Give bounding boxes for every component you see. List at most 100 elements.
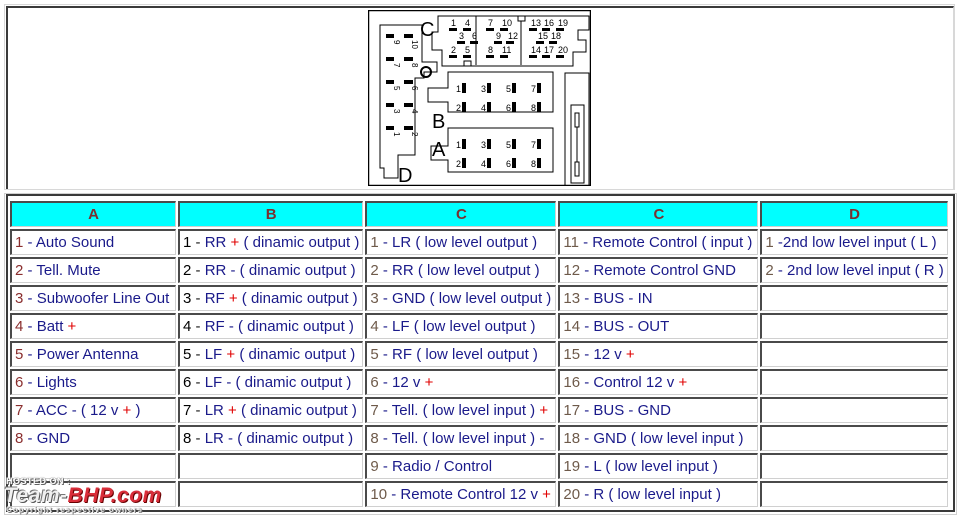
cell-d-9 xyxy=(760,453,948,479)
pin-function: GND ( low level input ) xyxy=(593,430,744,447)
connector-d-pin-label: 4 xyxy=(410,109,419,114)
separator: - xyxy=(191,290,205,307)
cell-c1-4: 4 - LF ( low level output ) xyxy=(365,313,557,339)
table-row: 8 - GND 8 - LR - ( dinamic output ) 8 - Te… xyxy=(10,425,948,451)
cell-a-8: 8 - GND xyxy=(10,425,176,451)
pin-function: Power Antenna xyxy=(36,346,139,363)
connector-b-pin-label: 7 xyxy=(531,84,536,94)
connector-d-pin xyxy=(386,103,394,107)
connector-d-pin-label: 6 xyxy=(410,86,419,91)
cell-c2-3: 13 - BUS - IN xyxy=(558,285,759,311)
connector-d-pin xyxy=(404,57,413,61)
cell-d-4 xyxy=(760,313,948,339)
connector-c-pin xyxy=(549,41,557,44)
pin-function: -2nd low level input ( L ) xyxy=(777,234,937,251)
header-d: D xyxy=(760,201,948,227)
cell-c2-2: 12 - Remote Control GND xyxy=(558,257,759,283)
separator: - xyxy=(191,346,205,363)
connector-b-pin-label: 1 xyxy=(456,84,461,94)
cell-b-6: 6 - LF - ( dinamic output ) xyxy=(178,369,364,395)
separator: - xyxy=(580,262,594,279)
connector-d-pin xyxy=(404,126,413,130)
connector-d-pin-label: 10 xyxy=(410,40,419,49)
pin-function: RF ( low level output ) xyxy=(392,346,538,363)
connector-b-pin xyxy=(537,102,541,112)
connector-d-pin xyxy=(386,57,394,61)
pin-function: LR xyxy=(204,402,224,419)
connector-c-pin-label: 11 xyxy=(502,45,511,55)
separator: - xyxy=(191,262,205,279)
pin-number: 9 xyxy=(370,458,379,475)
separator: - xyxy=(23,234,36,251)
separator: - xyxy=(378,402,392,419)
connector-b-pin-label: 3 xyxy=(481,84,486,94)
pin-number: 14 xyxy=(563,318,581,335)
connector-b-pin-label: 6 xyxy=(506,103,511,113)
connector-c-pin xyxy=(556,28,564,31)
connector-c-pin-label: 20 xyxy=(558,45,568,55)
pin-function: BUS - IN xyxy=(593,290,653,307)
separator: - xyxy=(378,374,393,391)
cell-c2-4: 14 - BUS - OUT xyxy=(558,313,759,339)
connector-d-pin xyxy=(386,34,394,38)
connector-a-pin xyxy=(462,139,466,149)
cell-c1-1: 1 - LR ( low level output ) xyxy=(365,229,557,255)
separator: - xyxy=(378,262,393,279)
connector-d-pin-label: 8 xyxy=(410,63,419,68)
connector-c-pin-label: 7 xyxy=(488,18,493,28)
connector-c-pin xyxy=(449,55,457,58)
pin-function: RF - ( dinamic output ) xyxy=(204,318,354,335)
connector-c-pin xyxy=(494,41,502,44)
separator: - xyxy=(23,318,37,335)
cell-d-6 xyxy=(760,369,948,395)
connector-c-pin xyxy=(486,55,494,58)
cell-b-5: 5 - LF + ( dinamic output ) xyxy=(178,341,364,367)
cell-a-5: 5 - Power Antenna xyxy=(10,341,176,367)
watermark-brand-bhp: BHP.com xyxy=(67,484,162,507)
pin-function: GND ( low level output ) xyxy=(392,290,552,307)
cell-b-9 xyxy=(178,453,364,479)
pin-number: 3 xyxy=(370,290,379,307)
pin-function: LF xyxy=(204,346,223,363)
table-row: 6 - Lights 6 - LF - ( dinamic output ) 6 -… xyxy=(10,369,948,395)
connector-a-pin-label: 4 xyxy=(481,159,486,169)
pin-function: Tell. Mute xyxy=(36,262,101,279)
connector-a-pin xyxy=(512,158,516,168)
connector-c-pin-label: 14 xyxy=(531,45,541,55)
header-a: A xyxy=(10,201,176,227)
cell-b-3: 3 - RF + ( dinamic output ) xyxy=(178,285,364,311)
pin-function: 2nd low level input ( R ) xyxy=(787,262,944,279)
pin-function: LR ( low level output ) xyxy=(392,234,538,251)
watermark-brand-team: Team- xyxy=(4,484,68,507)
connector-c-pin-label: 5 xyxy=(465,45,470,55)
table-row: 1 - Auto Sound 1 - RR + ( dinamic output … xyxy=(10,229,948,255)
connector-a-pin xyxy=(462,158,466,168)
pin-function-suffix: ( dinamic output ) xyxy=(243,234,360,251)
connector-c-pin xyxy=(486,28,494,31)
header-c-2: C xyxy=(558,201,759,227)
cell-a-2: 2 - Tell. Mute xyxy=(10,257,176,283)
cell-c1-2: 2 - RR ( low level output ) xyxy=(365,257,557,283)
cell-c1-8: 8 - Tell. ( low level input ) - xyxy=(365,425,557,451)
cell-d-10 xyxy=(760,481,948,507)
pin-number: 1 xyxy=(370,234,379,251)
cell-c2-6: 16 - Control 12 v + xyxy=(558,369,759,395)
connector-b-pin-label: 8 xyxy=(531,103,536,113)
separator: - xyxy=(378,318,393,335)
cell-c2-1: 11 - Remote Control ( input ) xyxy=(558,229,759,255)
plus-sign: + xyxy=(625,346,635,363)
connector-c-pin xyxy=(470,41,478,44)
pin-number: 1 xyxy=(765,234,774,251)
pin-number: 13 xyxy=(563,290,581,307)
pin-function-suffix: ( dinamic output ) xyxy=(239,346,356,363)
pin-number: 8 xyxy=(370,430,379,447)
separator: - xyxy=(23,290,37,307)
connector-d-pin xyxy=(386,80,394,84)
connector-d-pin xyxy=(386,126,394,130)
pin-number: 5 xyxy=(370,346,379,363)
separator: - xyxy=(580,430,594,447)
separator: - xyxy=(580,458,594,475)
separator: - xyxy=(23,374,37,391)
plus-sign: + xyxy=(67,318,77,335)
pin-function: Tell. ( low level input ) xyxy=(391,402,536,419)
